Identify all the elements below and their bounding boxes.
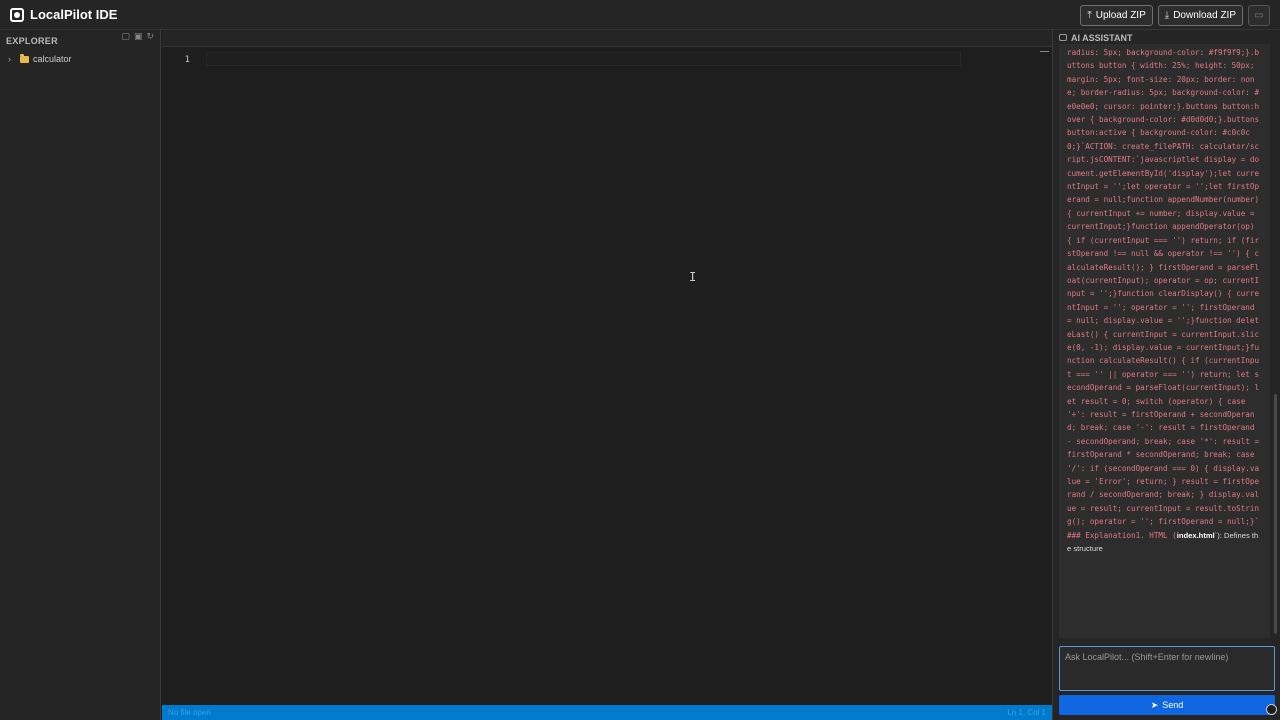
explorer-header: EXPLORER ▢ ▣ ↻ — [0, 31, 160, 46]
assistant-message: radius: 5px; background-color: #f9f9f9;}… — [1059, 44, 1270, 559]
chat-input-placeholder: Ask LocalPilot... (Shift+Enter for newli… — [1065, 652, 1229, 662]
download-zip-button[interactable]: ⤓ Download ZIP — [1157, 5, 1243, 26]
refresh-icon[interactable]: ↻ — [146, 31, 154, 42]
assistant-title: AI ASSISTANT — [1071, 32, 1133, 43]
editor-panel: 1 I No file open Ln 1, Col 1 — [162, 30, 1052, 720]
upload-zip-button[interactable]: ⤒ Upload ZIP — [1080, 5, 1153, 26]
new-file-icon[interactable]: ▢ — [121, 31, 130, 42]
chat-input[interactable]: Ask LocalPilot... (Shift+Enter for newli… — [1059, 646, 1275, 691]
message-code: radius: 5px; background-color: #f9f9f9;}… — [1067, 48, 1264, 540]
top-bar: LocalPilot IDE ⤒ Upload ZIP ⤓ Download Z… — [0, 0, 1280, 30]
chat-toggle-button[interactable]: ▭ — [1248, 5, 1270, 26]
explorer-title: EXPLORER — [6, 36, 58, 46]
send-button[interactable]: ➤ Send — [1059, 695, 1275, 715]
assistant-panel: AI ASSISTANT radius: 5px; background-col… — [1052, 30, 1280, 720]
chevron-right-icon: › — [8, 54, 11, 64]
upload-icon: ⤒ — [1087, 10, 1092, 21]
tree-item-label: calculator — [33, 54, 72, 64]
new-folder-icon[interactable]: ▣ — [134, 31, 143, 42]
chat-messages[interactable]: radius: 5px; background-color: #f9f9f9;}… — [1059, 44, 1270, 638]
status-bar: No file open Ln 1, Col 1 — [162, 705, 1052, 720]
tree-item-calculator[interactable]: › calculator — [0, 52, 160, 66]
help-icon[interactable] — [1266, 704, 1277, 715]
chat-scrollbar[interactable] — [1274, 394, 1277, 634]
status-file: No file open — [168, 708, 211, 717]
upload-zip-label: Upload ZIP — [1095, 10, 1146, 21]
text-cursor-icon: I — [689, 270, 697, 284]
top-actions: ⤒ Upload ZIP ⤓ Download ZIP ▭ — [1080, 5, 1270, 26]
robot-icon — [1059, 34, 1067, 41]
code-editor[interactable]: 1 I — [162, 48, 1052, 703]
app-title: LocalPilot IDE — [30, 7, 118, 22]
file-tree: › calculator — [0, 52, 160, 66]
assistant-header: AI ASSISTANT — [1053, 31, 1280, 44]
chip-icon — [10, 7, 24, 22]
line-number: 1 — [184, 55, 190, 65]
current-line — [206, 52, 961, 66]
send-icon: ➤ — [1150, 699, 1159, 710]
explorer-tools: ▢ ▣ ↻ — [121, 31, 154, 42]
folder-icon — [20, 53, 29, 63]
download-zip-label: Download ZIP — [1173, 10, 1236, 21]
download-icon: ⤓ — [1164, 10, 1170, 21]
explorer-panel: EXPLORER ▢ ▣ ↻ › calculator — [0, 30, 161, 720]
message-filename: index.html — [1176, 530, 1215, 540]
status-position: Ln 1, Col 1 — [1007, 708, 1046, 717]
minimap[interactable] — [1040, 51, 1049, 52]
chat-icon: ▭ — [1254, 10, 1264, 21]
editor-tab-bar — [162, 30, 1052, 47]
send-label: Send — [1162, 700, 1184, 710]
brand: LocalPilot IDE — [10, 7, 117, 22]
